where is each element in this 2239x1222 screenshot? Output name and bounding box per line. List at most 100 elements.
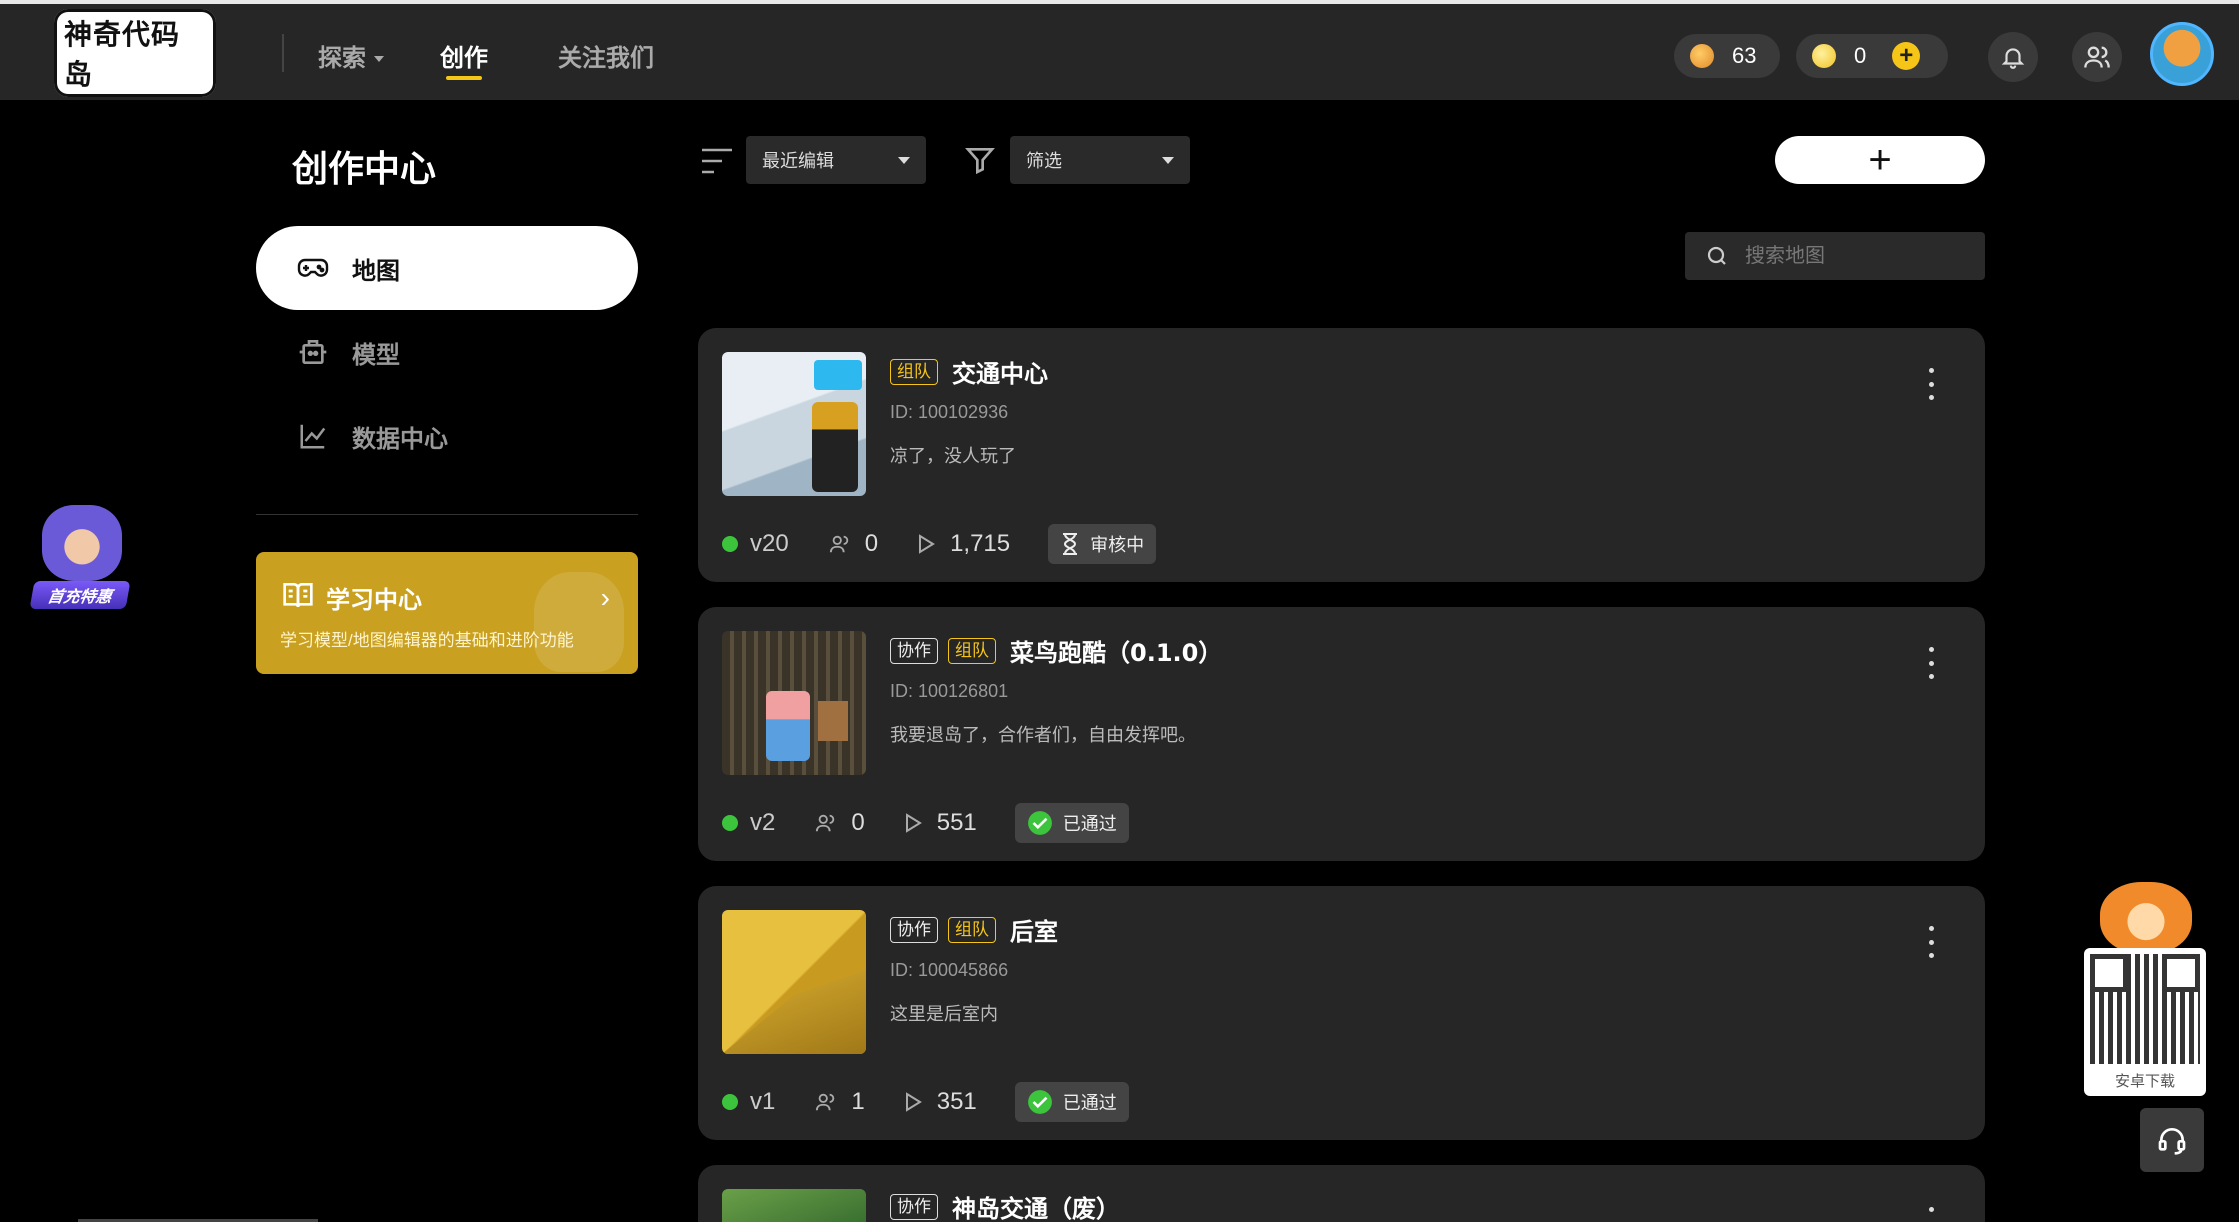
sort-icon[interactable] (700, 146, 734, 176)
filter-icon[interactable] (964, 144, 996, 176)
map-id: ID: 100102936 (890, 402, 1009, 422)
plays-stat: 1,715 (916, 530, 1010, 558)
logo-text: 神奇代码岛 (54, 9, 216, 97)
map-description: 凉了，没人玩了 (890, 446, 1016, 466)
map-title[interactable]: 菜鸟跑酷（0.1.0） (1010, 633, 1222, 668)
sort-dropdown[interactable]: 最近编辑 (746, 136, 926, 184)
map-card[interactable]: 协作 组队 菜鸟跑酷（0.1.0） ID: 100126801 我要退岛了，合作… (698, 607, 1985, 861)
coin-count: 0 (1854, 43, 1867, 68)
more-options-icon[interactable] (1927, 1207, 1935, 1222)
tag-collab: 协作 (890, 637, 938, 664)
search-box[interactable] (1685, 232, 1985, 280)
map-version: v20 (750, 530, 789, 557)
create-map-button[interactable]: + (1775, 136, 1985, 184)
play-icon (905, 813, 922, 833)
sort-dropdown-value: 最近编辑 (762, 151, 834, 171)
users-icon (2084, 46, 2110, 68)
tag-collab: 协作 (890, 916, 938, 943)
bell-icon (2001, 48, 2025, 69)
map-description: 这里是后室内 (890, 1004, 998, 1024)
map-card[interactable]: 协作 组队 后室 ID: 100045866 这里是后室内 v1 1 351 已… (698, 886, 1985, 1140)
friends-button[interactable] (2072, 32, 2122, 82)
search-input[interactable] (1745, 244, 1965, 268)
promo-character-image (42, 505, 122, 581)
map-thumbnail[interactable] (722, 631, 866, 775)
promo-badge[interactable]: 首充特惠 (28, 505, 132, 613)
users-icon (816, 1093, 835, 1111)
tag-team: 组队 (948, 637, 996, 664)
more-options-icon[interactable] (1927, 368, 1935, 400)
coin-currency[interactable]: 0 + (1796, 34, 1948, 78)
map-thumbnail[interactable] (722, 1189, 866, 1222)
users-icon (816, 814, 835, 832)
map-description: 我要退岛了，合作者们，自由发挥吧。 (890, 725, 1196, 745)
filter-dropdown[interactable]: 筛选 (1010, 136, 1190, 184)
gamepad-icon (296, 251, 330, 285)
map-thumbnail[interactable] (722, 910, 866, 1054)
players-count: 0 (864, 530, 879, 557)
hourglass-icon (1063, 533, 1078, 555)
learning-center-title: 学习中心 (326, 586, 422, 614)
more-options-icon[interactable] (1927, 926, 1935, 958)
check-circle-icon (1027, 1090, 1052, 1114)
map-card[interactable]: 组队 交通中心 ID: 100102936 凉了，没人玩了 v20 0 1,71… (698, 328, 1985, 582)
owl-decoration-image (534, 572, 624, 672)
map-thumbnail[interactable] (722, 352, 866, 496)
sidebar-item-model-label: 模型 (352, 340, 400, 369)
chevron-right-icon: › (600, 582, 610, 613)
map-stats: v20 0 1,715 审核中 (722, 522, 1157, 566)
map-title[interactable]: 神岛交通（废） (952, 1189, 1120, 1222)
tag-team: 组队 (948, 916, 996, 943)
fish-count: 63 (1732, 43, 1757, 68)
fish-icon (1690, 44, 1714, 68)
more-options-icon[interactable] (1927, 647, 1935, 679)
tiger-mascot-image (2100, 882, 2192, 954)
online-status-icon (722, 815, 738, 831)
nav-follow-us[interactable]: 关注我们 (558, 38, 654, 73)
online-status-icon (722, 536, 738, 552)
nav-follow-label: 关注我们 (558, 44, 654, 72)
sidebar-item-data-label: 数据中心 (352, 424, 448, 453)
map-tags: 协作 组队 后室 (890, 912, 1058, 947)
learning-center-card[interactable]: 学习中心 学习模型/地图编辑器的基础和进阶功能 › (256, 552, 638, 674)
play-icon (905, 1092, 922, 1112)
site-logo[interactable]: 神奇代码岛 (54, 9, 216, 97)
user-avatar[interactable] (2150, 22, 2214, 86)
nav-create[interactable]: 创作 (440, 38, 488, 73)
map-id: ID: 100045866 (890, 960, 1009, 980)
plays-stat: 351 (903, 1088, 977, 1116)
sidebar-item-model[interactable]: 模型 (256, 310, 638, 394)
players-stat: 0 (815, 809, 865, 837)
nav-explore[interactable]: 探索 (318, 38, 384, 73)
qr-card: 安卓下载 (2084, 948, 2206, 1096)
status-badge: 审核中 (1048, 524, 1157, 564)
players-stat: 0 (829, 530, 878, 558)
qr-code-image (2090, 954, 2200, 1064)
sidebar-item-data-center[interactable]: 数据中心 (256, 394, 638, 478)
status-badge: 已通过 (1014, 803, 1129, 843)
customer-support-button[interactable] (2140, 1108, 2204, 1172)
status-text: 已通过 (1062, 1093, 1117, 1113)
play-icon (919, 534, 935, 554)
map-id: ID: 100126801 (890, 681, 1009, 701)
notifications-button[interactable] (1988, 32, 2038, 82)
map-stats: v2 0 551 已通过 (722, 801, 1129, 845)
learning-center-desc: 学习模型/地图编辑器的基础和进阶功能 (280, 631, 574, 650)
sidebar-item-map-label: 地图 (352, 256, 400, 285)
tag-collab: 协作 (890, 1193, 938, 1220)
map-title[interactable]: 后室 (1010, 912, 1058, 947)
plays-stat: 551 (903, 809, 977, 837)
map-version: v2 (750, 809, 776, 836)
map-card[interactable]: 协作 神岛交通（废） (698, 1165, 1985, 1222)
players-count: 1 (851, 1088, 865, 1115)
players-count: 0 (851, 809, 865, 836)
map-title[interactable]: 交通中心 (952, 354, 1048, 389)
sidebar-divider (256, 514, 638, 515)
top-nav-bar: 神奇代码岛 探索 创作 关注我们 63 0 + (0, 0, 2239, 100)
fish-currency[interactable]: 63 (1674, 34, 1780, 78)
sidebar-item-map[interactable]: 地图 (256, 226, 638, 310)
android-download-widget[interactable]: 安卓下载 (2084, 882, 2206, 1096)
map-tags: 组队 交通中心 (890, 354, 1048, 389)
status-text: 已通过 (1062, 814, 1117, 834)
add-coin-button[interactable]: + (1892, 42, 1921, 70)
